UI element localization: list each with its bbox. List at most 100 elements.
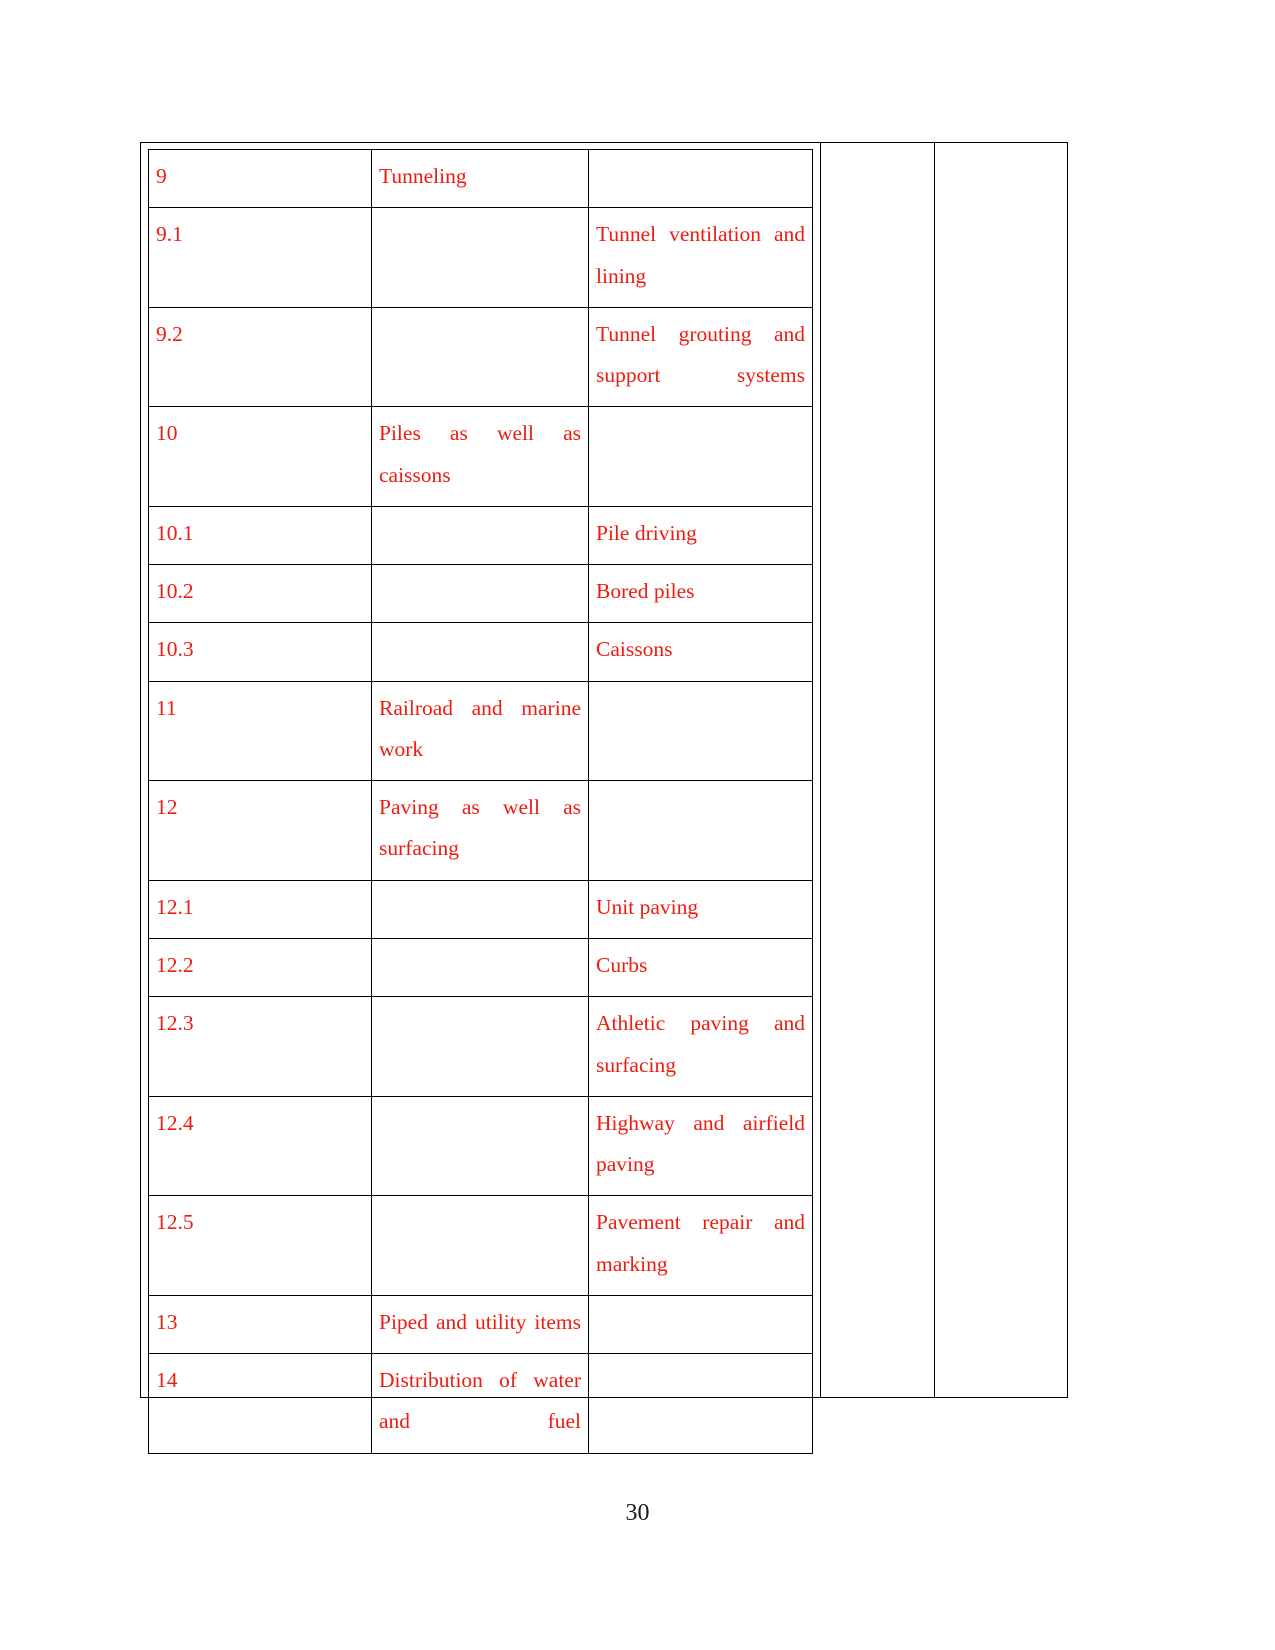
cell-code: 9.1	[148, 207, 372, 308]
cell-category	[371, 996, 589, 1097]
cell-category	[371, 879, 589, 939]
cell-item: Unit paving	[588, 879, 813, 939]
cell-item	[588, 406, 813, 507]
cell-code-text: 10.3	[156, 637, 194, 662]
cell-code: 10	[148, 406, 372, 507]
cell-code: 9	[148, 148, 372, 209]
table-row: 9 Tunneling	[148, 148, 813, 209]
cell-category	[371, 1095, 589, 1197]
document-page: 9 Tunneling 9.1 Tunnel ventilation and lini…	[0, 0, 1275, 1650]
table-row: 11 Railroad and marine work	[148, 680, 813, 782]
cell-category-text: Piles as well as caissons	[379, 421, 581, 487]
cell-code: 13	[148, 1294, 372, 1355]
cell-category: Piles as well as caissons	[371, 406, 589, 507]
cell-item-text: Tunnel grouting and support systems	[596, 321, 805, 388]
cell-code-text: 14	[156, 1368, 178, 1393]
cell-code: 10.3	[148, 622, 372, 682]
cell-item: Bored piles	[588, 564, 813, 624]
table-row: 12.3 Athletic paving and surfacing	[148, 996, 813, 1097]
table-row: 10 Piles as well as caissons	[148, 406, 813, 507]
cell-code-text: 11	[156, 695, 177, 720]
table-row: 12.5 Pavement repair and marking	[148, 1195, 813, 1296]
cell-item-text: Highway and airfield paving	[596, 1110, 805, 1177]
cell-code: 11	[148, 680, 372, 782]
cell-item: Highway and airfield paving	[588, 1095, 813, 1197]
table-container: 9 Tunneling 9.1 Tunnel ventilation and lini…	[148, 148, 813, 1454]
cell-code-text: 12.4	[156, 1110, 194, 1135]
cell-category	[371, 937, 589, 998]
cell-item	[588, 780, 813, 881]
cell-code-text: 12.5	[156, 1210, 194, 1235]
cell-code: 14	[148, 1353, 372, 1454]
cell-item	[588, 1353, 813, 1454]
cell-code-text: 9.1	[156, 222, 183, 247]
cell-code-text: 9	[156, 164, 167, 188]
cell-item-text: Pavement repair and marking	[596, 1210, 805, 1276]
cell-code-text: 10.1	[156, 520, 194, 545]
table-row: 10.1 Pile driving	[148, 505, 813, 566]
cell-category: Tunneling	[371, 148, 589, 209]
table-row: 12 Paving as well as surfacing	[148, 780, 813, 881]
table-row: 9.1 Tunnel ventilation and lining	[148, 207, 813, 308]
cell-code-text: 12.1	[156, 894, 194, 919]
cell-item: Athletic paving and surfacing	[588, 996, 813, 1097]
table-row: 13 Piped and utility items	[148, 1294, 813, 1355]
cell-code: 12.4	[148, 1095, 372, 1197]
cell-code: 10.2	[148, 564, 372, 624]
cell-category: Paving as well as surfacing	[371, 780, 589, 881]
cell-item	[588, 680, 813, 782]
table-body: 9 Tunneling 9.1 Tunnel ventilation and lini…	[148, 148, 813, 1454]
cell-category	[371, 1195, 589, 1296]
cell-category-text: Tunneling	[379, 164, 467, 188]
cell-item-text: Curbs	[596, 952, 648, 977]
cell-category	[371, 622, 589, 682]
table-row: 10.3 Caissons	[148, 622, 813, 682]
cell-code-text: 10.2	[156, 579, 194, 604]
cell-code: 12.1	[148, 879, 372, 939]
cell-item: Tunnel ventilation and lining	[588, 207, 813, 308]
cell-code: 12.2	[148, 937, 372, 998]
cell-category: Railroad and marine work	[371, 680, 589, 782]
table-row: 10.2 Bored piles	[148, 564, 813, 624]
cell-item: Pavement repair and marking	[588, 1195, 813, 1296]
cell-item-text: Unit paving	[596, 894, 699, 919]
cell-code-text: 12	[156, 795, 178, 820]
cell-code: 9.2	[148, 306, 372, 408]
cell-code-text: 10	[156, 421, 178, 446]
cell-item-text: Athletic paving and surfacing	[596, 1011, 805, 1077]
cell-item: Caissons	[588, 622, 813, 682]
cell-code: 12.5	[148, 1195, 372, 1296]
cell-item-text: Caissons	[596, 637, 673, 662]
cell-item: Curbs	[588, 937, 813, 998]
cell-item-text: Bored piles	[596, 579, 695, 604]
cell-code-text: 12.2	[156, 952, 194, 977]
cell-category-text: Railroad and marine work	[379, 695, 581, 761]
cell-category-text: Distribution of water and fuel	[379, 1368, 581, 1434]
cell-code: 12.3	[148, 996, 372, 1097]
cell-code: 10.1	[148, 505, 372, 566]
cell-category	[371, 505, 589, 566]
table-row: 12.2 Curbs	[148, 937, 813, 998]
cell-item	[588, 1294, 813, 1355]
cell-category: Piped and utility items	[371, 1294, 589, 1355]
cell-category-text: Paving as well as surfacing	[379, 795, 581, 861]
cell-item	[588, 148, 813, 209]
cell-category	[371, 207, 589, 308]
cell-item-text: Tunnel ventilation and lining	[596, 222, 805, 288]
cell-code-text: 9.2	[156, 321, 183, 346]
page-number: 30	[625, 1500, 650, 1526]
classification-table: 9 Tunneling 9.1 Tunnel ventilation and lini…	[148, 148, 813, 1454]
table-row: 12.1 Unit paving	[148, 879, 813, 939]
table-row: 12.4 Highway and airfield paving	[148, 1095, 813, 1197]
table-empty-column-4	[820, 142, 935, 1398]
cell-item: Tunnel grouting and support systems	[588, 306, 813, 408]
cell-code: 12	[148, 780, 372, 881]
table-row: 14 Distribution of water and fuel	[148, 1353, 813, 1454]
cell-item-text: Pile driving	[596, 520, 697, 545]
table-row: 9.2 Tunnel grouting and support systems	[148, 306, 813, 408]
cell-code-text: 12.3	[156, 1011, 194, 1036]
cell-category	[371, 306, 589, 408]
cell-category-text: Piped and utility items	[379, 1309, 581, 1334]
cell-code-text: 13	[156, 1309, 178, 1334]
table-empty-column-5	[935, 142, 1068, 1398]
